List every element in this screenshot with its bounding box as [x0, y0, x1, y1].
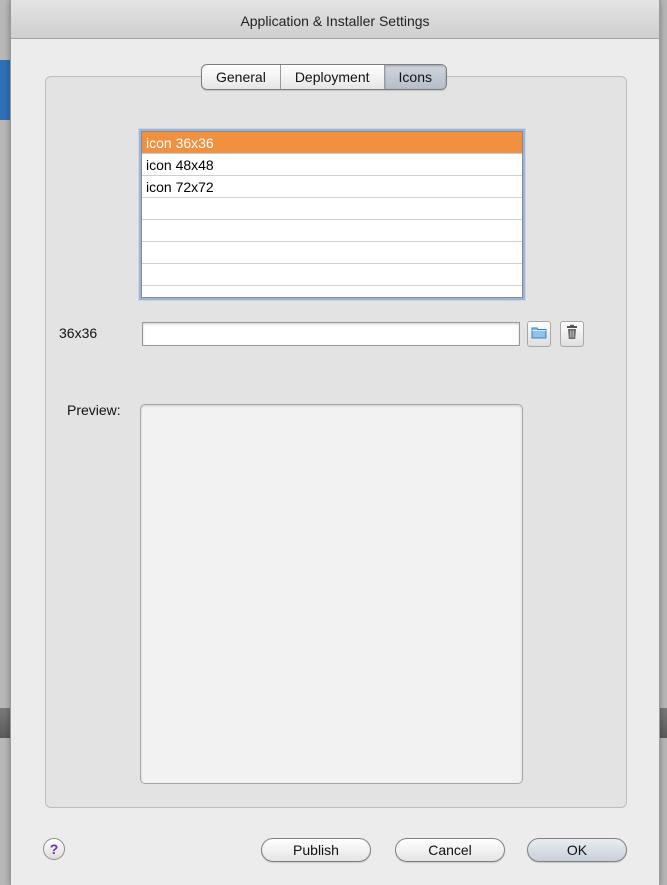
cancel-button[interactable]: Cancel — [395, 838, 505, 862]
ok-button[interactable]: OK — [527, 838, 627, 862]
tab-general[interactable]: General — [202, 65, 281, 89]
icon-path-input[interactable] — [142, 322, 520, 346]
empty-list-row — [142, 220, 522, 242]
empty-list-row — [142, 242, 522, 264]
tab-icons[interactable]: Icons — [384, 65, 446, 89]
list-item[interactable]: icon 72x72 — [142, 176, 522, 198]
list-item[interactable]: icon 36x36 — [142, 132, 522, 154]
browse-button[interactable] — [527, 321, 551, 347]
icon-size-label: 36x36 — [59, 325, 98, 341]
tab-bar: General Deployment Icons — [201, 64, 447, 90]
preview-label: Preview: — [67, 402, 121, 418]
empty-list-row — [142, 264, 522, 286]
delete-button[interactable] — [560, 321, 584, 347]
empty-list-row — [142, 198, 522, 220]
icon-size-list[interactable]: icon 36x36 icon 48x48 icon 72x72 — [141, 131, 523, 298]
tab-deployment[interactable]: Deployment — [281, 65, 385, 89]
folder-icon — [531, 324, 547, 345]
trash-icon — [564, 324, 580, 345]
list-item[interactable]: icon 48x48 — [142, 154, 522, 176]
publish-button[interactable]: Publish — [261, 838, 371, 862]
icon-preview-area — [140, 404, 523, 784]
settings-dialog: Application & Installer Settings General… — [10, 0, 660, 885]
dialog-title: Application & Installer Settings — [11, 0, 659, 39]
help-button[interactable]: ? — [43, 838, 65, 860]
